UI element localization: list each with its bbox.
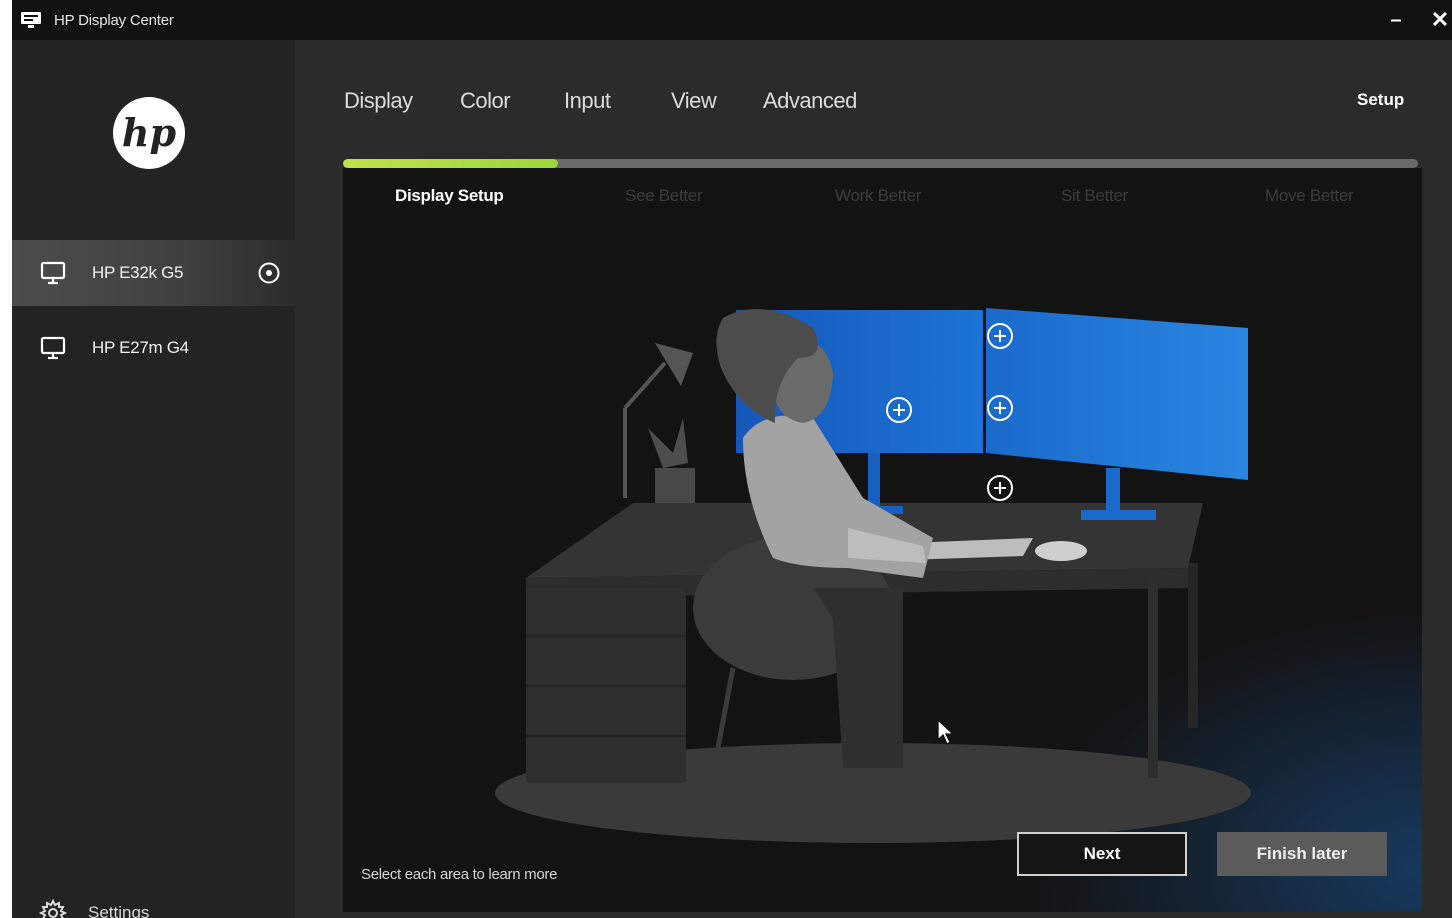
app-icon <box>21 12 41 28</box>
plant-leaves <box>648 418 688 468</box>
close-button[interactable]: ✕ <box>1420 0 1452 40</box>
setup-panel: Display Setup See Better Work Better Sit… <box>343 168 1422 912</box>
monitor-icon <box>40 336 66 360</box>
app-title: HP Display Center <box>54 11 174 29</box>
hp-logo: hp <box>113 97 185 169</box>
monitor-icon <box>40 261 66 285</box>
monitor-right-screen <box>986 308 1248 480</box>
app-window: HP Display Center – ✕ hp HP E32k G5 HP E… <box>12 0 1452 918</box>
minimize-button[interactable]: – <box>1376 0 1416 40</box>
lamp-shade <box>655 343 693 386</box>
mouse-cursor-icon <box>937 718 955 745</box>
hint-text: Select each area to learn more <box>361 866 558 883</box>
finish-later-button[interactable]: Finish later <box>1217 832 1387 876</box>
setup-progress-bar <box>343 159 1418 168</box>
monitor-label: HP E27m G4 <box>92 338 189 357</box>
sidebar-item-monitor-1[interactable]: HP E32k G5 <box>12 240 295 306</box>
main-content: Display Color Input View Advanced Setup … <box>295 40 1452 918</box>
selected-indicator-icon <box>258 262 280 284</box>
mouse <box>1035 541 1087 561</box>
tab-setup[interactable]: Setup <box>1357 90 1404 110</box>
tab-input[interactable]: Input <box>564 88 611 114</box>
setup-progress-fill <box>343 159 558 168</box>
sidebar: hp HP E32k G5 HP E27m G4 Settings <box>12 40 295 918</box>
hotspot-bottom-plus-icon[interactable] <box>986 474 1014 502</box>
sidebar-item-monitor-2[interactable]: HP E27m G4 <box>12 315 295 381</box>
tab-advanced[interactable]: Advanced <box>763 88 857 114</box>
hotspot-center-plus-icon[interactable] <box>986 394 1014 422</box>
tab-view[interactable]: View <box>671 88 717 114</box>
next-button[interactable]: Next <box>1017 832 1187 876</box>
monitor-label: HP E32k G5 <box>92 263 184 282</box>
title-bar: HP Display Center – ✕ <box>12 0 1452 40</box>
tab-color[interactable]: Color <box>460 88 511 114</box>
workspace-illustration <box>495 308 1251 843</box>
settings-button[interactable]: Settings <box>38 898 149 918</box>
settings-label: Settings <box>88 903 150 918</box>
tab-display[interactable]: Display <box>344 88 413 114</box>
hotspot-left-screen-plus-icon[interactable] <box>885 396 913 424</box>
plant-pot <box>655 468 695 508</box>
gear-icon <box>38 898 68 918</box>
svg-text:hp: hp <box>122 110 177 155</box>
hotspot-top-center-plus-icon[interactable] <box>986 322 1014 350</box>
